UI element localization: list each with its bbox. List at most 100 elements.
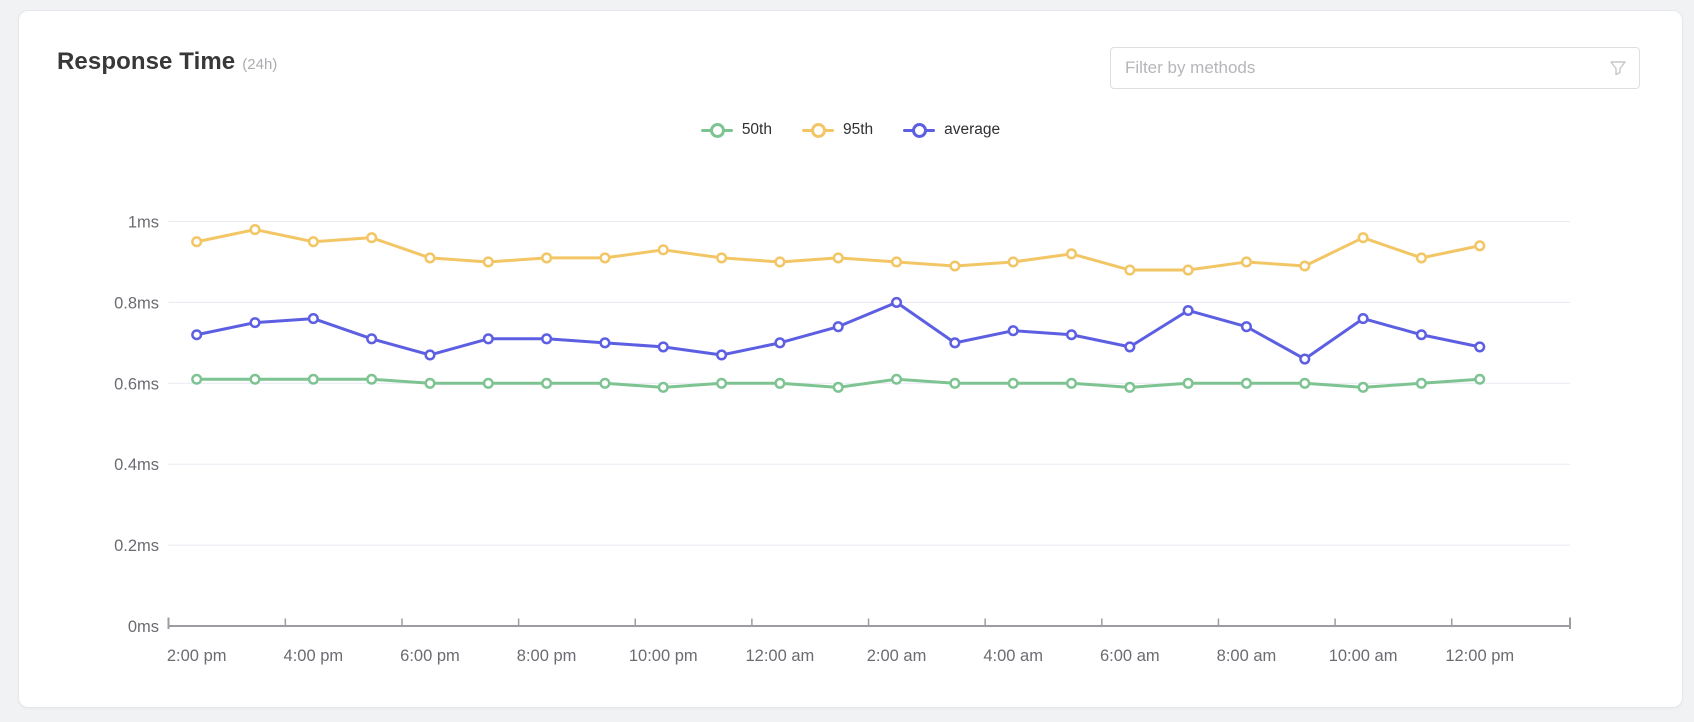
legend-item-average[interactable]: average xyxy=(903,121,1000,139)
data-point-95th[interactable] xyxy=(717,254,726,263)
data-point-95th[interactable] xyxy=(1009,258,1018,267)
data-point-average[interactable] xyxy=(1067,330,1076,339)
legend-label: 95th xyxy=(843,121,873,139)
x-axis-labels: 2:00 pm 4:00 pm 6:00 pm 8:00 pm 10:00 pm 12:0… xyxy=(167,647,1514,665)
svg-text:10:00 am: 10:00 am xyxy=(1329,647,1398,665)
svg-text:10:00 pm: 10:00 pm xyxy=(629,647,698,665)
data-point-95th[interactable] xyxy=(659,246,668,255)
data-point-average[interactable] xyxy=(1300,355,1309,364)
data-point-95th[interactable] xyxy=(542,254,551,263)
data-point-50th[interactable] xyxy=(834,383,843,392)
svg-text:0.6ms: 0.6ms xyxy=(114,375,159,393)
data-point-average[interactable] xyxy=(892,298,901,307)
data-point-average[interactable] xyxy=(1009,326,1018,335)
data-point-average[interactable] xyxy=(367,335,376,344)
data-point-95th[interactable] xyxy=(192,237,201,246)
data-point-50th[interactable] xyxy=(892,375,901,384)
data-point-50th[interactable] xyxy=(951,379,960,388)
series-95th xyxy=(192,225,1484,274)
data-point-50th[interactable] xyxy=(601,379,610,388)
data-point-average[interactable] xyxy=(1242,322,1251,331)
data-point-95th[interactable] xyxy=(776,258,785,267)
data-point-average[interactable] xyxy=(309,314,318,323)
data-point-95th[interactable] xyxy=(1300,262,1309,271)
data-point-95th[interactable] xyxy=(1242,258,1251,267)
legend-label: 50th xyxy=(742,121,772,139)
data-point-95th[interactable] xyxy=(367,233,376,242)
data-point-average[interactable] xyxy=(1359,314,1368,323)
data-point-50th[interactable] xyxy=(309,375,318,384)
data-point-50th[interactable] xyxy=(192,375,201,384)
data-point-50th[interactable] xyxy=(542,379,551,388)
svg-text:1ms: 1ms xyxy=(128,214,159,232)
data-point-average[interactable] xyxy=(659,343,668,352)
legend-marker-icon xyxy=(903,123,935,138)
filter-box xyxy=(1110,47,1640,89)
data-point-average[interactable] xyxy=(542,335,551,344)
data-point-95th[interactable] xyxy=(426,254,435,263)
data-point-50th[interactable] xyxy=(1417,379,1426,388)
svg-text:12:00 am: 12:00 am xyxy=(746,647,815,665)
legend-item-95th[interactable]: 95th xyxy=(802,121,873,139)
data-point-average[interactable] xyxy=(484,335,493,344)
data-point-50th[interactable] xyxy=(484,379,493,388)
data-point-average[interactable] xyxy=(426,351,435,360)
svg-text:0.2ms: 0.2ms xyxy=(114,537,159,555)
data-point-average[interactable] xyxy=(251,318,260,327)
data-point-50th[interactable] xyxy=(251,375,260,384)
svg-text:8:00 am: 8:00 am xyxy=(1217,647,1277,665)
data-point-95th[interactable] xyxy=(1184,266,1193,275)
data-point-average[interactable] xyxy=(717,351,726,360)
data-point-average[interactable] xyxy=(1417,330,1426,339)
data-point-50th[interactable] xyxy=(1067,379,1076,388)
data-point-average[interactable] xyxy=(1475,343,1484,352)
data-point-95th[interactable] xyxy=(951,262,960,271)
chart-legend: 50th 95th average xyxy=(18,121,1683,139)
filter-methods-input[interactable] xyxy=(1110,47,1640,89)
svg-text:2:00 pm: 2:00 pm xyxy=(167,647,227,665)
data-point-50th[interactable] xyxy=(717,379,726,388)
data-point-95th[interactable] xyxy=(484,258,493,267)
y-axis-labels: 0ms0.2ms0.4ms0.6ms0.8ms1ms xyxy=(114,214,159,637)
svg-text:0.4ms: 0.4ms xyxy=(114,456,159,474)
data-point-average[interactable] xyxy=(192,330,201,339)
legend-label: average xyxy=(944,121,1000,139)
data-point-95th[interactable] xyxy=(834,254,843,263)
data-point-95th[interactable] xyxy=(1417,254,1426,263)
series-average xyxy=(192,298,1484,363)
data-point-50th[interactable] xyxy=(1009,379,1018,388)
data-point-50th[interactable] xyxy=(426,379,435,388)
data-point-average[interactable] xyxy=(776,339,785,348)
svg-text:8:00 pm: 8:00 pm xyxy=(517,647,577,665)
data-point-50th[interactable] xyxy=(1126,383,1135,392)
data-point-average[interactable] xyxy=(951,339,960,348)
data-point-95th[interactable] xyxy=(309,237,318,246)
svg-text:4:00 pm: 4:00 pm xyxy=(284,647,344,665)
svg-text:6:00 pm: 6:00 pm xyxy=(400,647,460,665)
legend-item-50th[interactable]: 50th xyxy=(701,121,772,139)
data-point-50th[interactable] xyxy=(1242,379,1251,388)
page-title: Response Time xyxy=(57,48,235,76)
data-point-50th[interactable] xyxy=(659,383,668,392)
data-point-50th[interactable] xyxy=(1359,383,1368,392)
data-point-50th[interactable] xyxy=(1184,379,1193,388)
data-point-95th[interactable] xyxy=(1475,241,1484,250)
data-point-average[interactable] xyxy=(1184,306,1193,315)
data-point-95th[interactable] xyxy=(601,254,610,263)
page-subtitle: (24h) xyxy=(242,56,277,73)
data-point-95th[interactable] xyxy=(892,258,901,267)
svg-text:0ms: 0ms xyxy=(128,618,159,636)
data-point-95th[interactable] xyxy=(251,225,260,234)
data-point-95th[interactable] xyxy=(1359,233,1368,242)
svg-text:2:00 am: 2:00 am xyxy=(867,647,927,665)
data-point-50th[interactable] xyxy=(776,379,785,388)
data-point-50th[interactable] xyxy=(1475,375,1484,384)
data-point-95th[interactable] xyxy=(1126,266,1135,275)
data-point-average[interactable] xyxy=(1126,343,1135,352)
data-point-average[interactable] xyxy=(834,322,843,331)
response-time-chart: 0ms0.2ms0.4ms0.6ms0.8ms1ms2:00 pm4:00 pm… xyxy=(0,0,1694,722)
data-point-50th[interactable] xyxy=(367,375,376,384)
data-point-50th[interactable] xyxy=(1300,379,1309,388)
data-point-average[interactable] xyxy=(601,339,610,348)
data-point-95th[interactable] xyxy=(1067,250,1076,259)
